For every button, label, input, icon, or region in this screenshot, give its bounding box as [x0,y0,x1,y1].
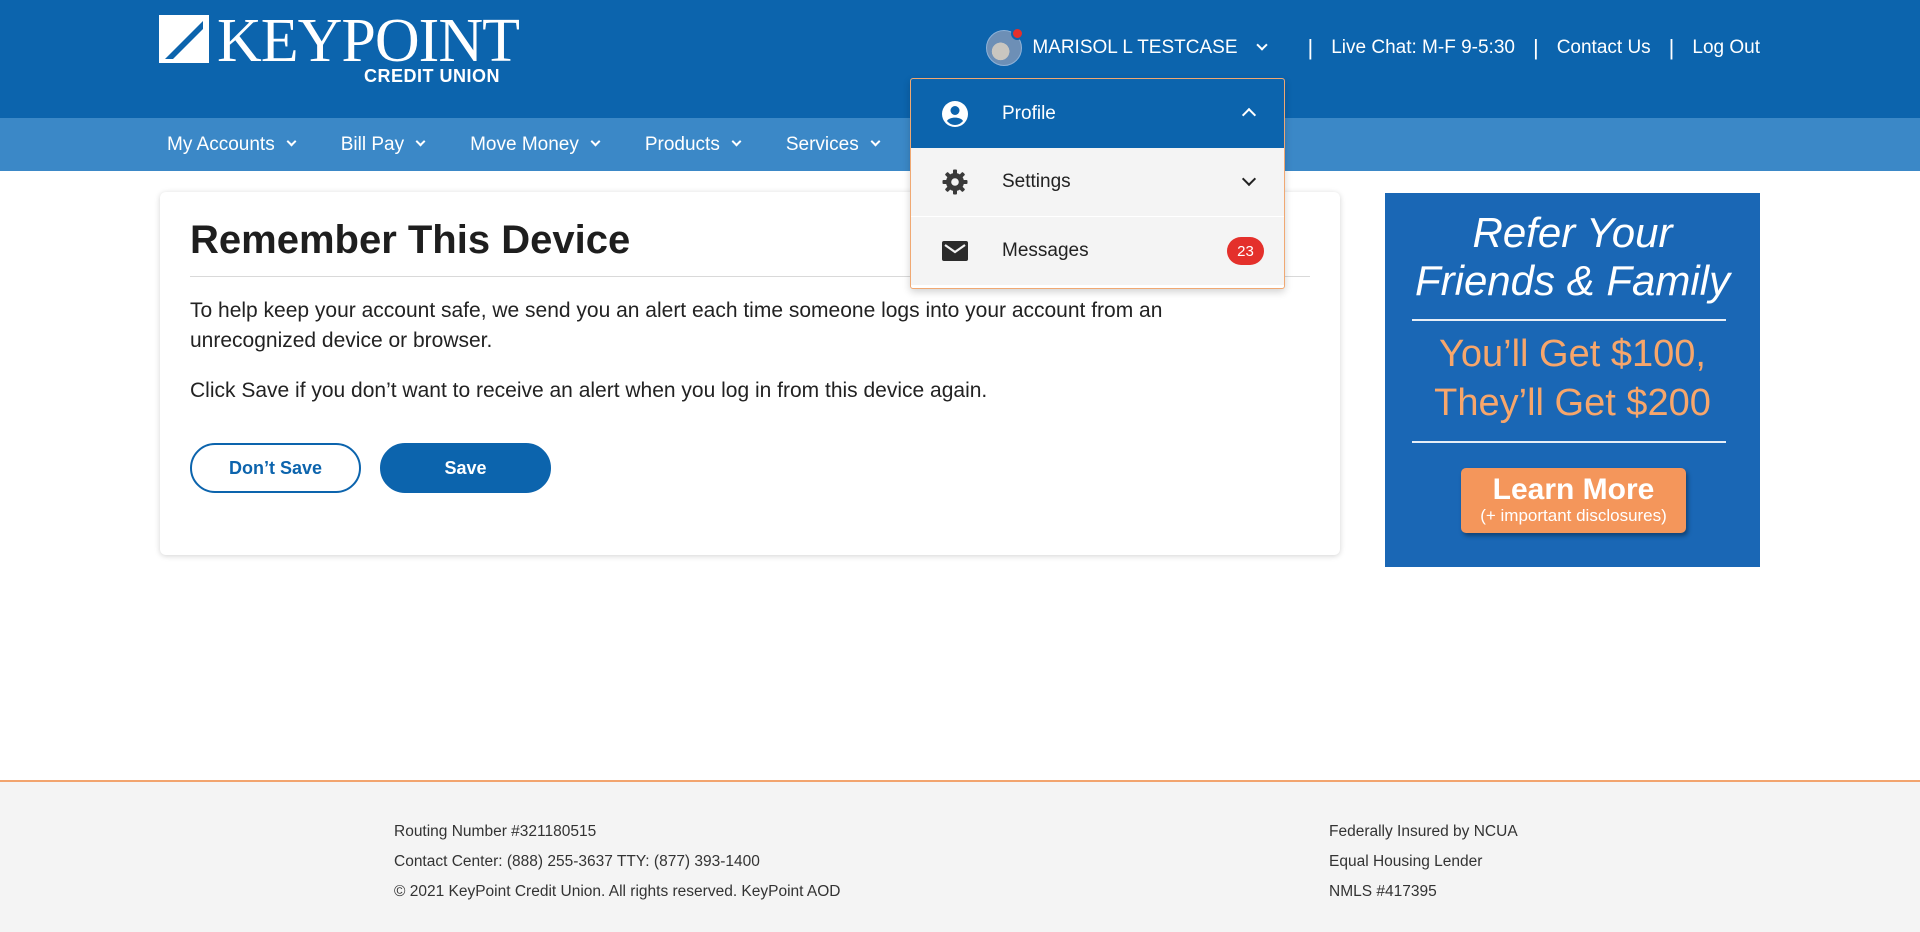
chevron-down-icon [731,136,742,147]
page-title: Remember This Device [190,218,631,262]
referral-ad-banner[interactable]: Refer Your Friends & Family You’ll Get $… [1385,193,1760,567]
nav-item-label: My Accounts [167,133,275,155]
user-circle-icon [941,100,969,128]
ad-divider [1412,319,1726,321]
user-name[interactable]: MARISOL L TESTCASE [1032,37,1237,59]
nav-item-bill-pay[interactable]: Bill Pay [340,133,426,156]
chevron-up-icon[interactable] [1241,107,1257,123]
dropdown-item-label: Profile [1002,102,1056,124]
chevron-down-icon[interactable] [1241,171,1257,187]
utility-bar: MARISOL L TESTCASE | Live Chat: M-F 9-5:… [986,27,1760,68]
dropdown-item-messages[interactable]: Messages 23 [911,217,1284,285]
live-chat-link[interactable]: Live Chat: M-F 9-5:30 [1331,37,1515,59]
contact-center: Contact Center: (888) 255-3637 TTY: (877… [394,853,760,870]
save-button[interactable]: Save [380,443,551,493]
notification-dot [1011,27,1025,40]
messages-count-badge: 23 [1227,237,1264,265]
ad-headline-line2: Friends & Family [1414,257,1731,304]
instruction-text: Click Save if you don’t want to receive … [190,379,988,402]
nav-item-products[interactable]: Products [644,133,742,156]
nav-item-label: Products [644,133,720,155]
separator: | [1307,35,1314,60]
nav-item-label: Services [785,133,859,155]
ad-divider [1412,441,1726,443]
disclosures-label: (+ important disclosures) [1480,506,1667,525]
keypoint-logo[interactable]: KEYPOINT CREDIT UNION [159,10,520,90]
ad-offer-line1: You’ll Get $100, [1439,333,1706,375]
routing-number: Routing Number #321180515 [394,823,597,840]
dropdown-item-settings[interactable]: Settings [911,148,1284,216]
separator: | [1532,35,1539,60]
separator: | [1668,35,1675,60]
nav-item-services[interactable]: Services [785,133,881,156]
dropdown-item-label: Settings [1002,171,1071,192]
logo-mark-icon [159,15,209,63]
learn-more-button[interactable]: Learn More (+ important disclosures) [1461,468,1686,533]
logo-wordmark: KEYPOINT [217,7,520,75]
nmls-number: NMLS #417395 [1329,883,1437,900]
equal-housing-notice: Equal Housing Lender [1329,853,1483,870]
chevron-down-icon [286,136,297,147]
envelope-icon [941,237,969,265]
user-dropdown-menu: Profile Settings Messages 23 [910,78,1285,289]
chevron-down-icon [870,136,881,147]
dropdown-item-profile[interactable]: Profile [911,79,1284,148]
dont-save-button[interactable]: Don’t Save [190,443,361,493]
footer: Routing Number #321180515 Contact Center… [0,780,1920,932]
avatar[interactable] [986,27,1025,66]
logo-subtitle: CREDIT UNION [364,66,500,86]
nav-item-label: Bill Pay [340,133,405,155]
description-text: To help keep your account safe, we send … [190,299,1163,352]
chevron-down-icon [590,136,601,147]
dropdown-item-label: Messages [1002,240,1089,261]
footer-left-column: Routing Number #321180515 Contact Center… [394,817,841,907]
gear-icon [941,168,969,196]
ad-offer-line2: They’ll Get $200 [1434,382,1711,424]
user-menu-toggle[interactable]: MARISOL L TESTCASE [986,27,1268,66]
chevron-down-icon [415,136,426,147]
nav-item-my-accounts[interactable]: My Accounts [167,133,297,156]
footer-right-column: Federally Insured by NCUA Equal Housing … [1329,817,1518,907]
copyright: © 2021 KeyPoint Credit Union. All rights… [394,883,841,900]
log-out-link[interactable]: Log Out [1692,37,1760,59]
nav-item-move-money[interactable]: Move Money [470,133,601,156]
learn-more-label: Learn More [1492,473,1655,506]
chevron-down-icon[interactable] [1255,39,1268,51]
ad-headline-line1: Refer Your [1472,209,1673,256]
nav-item-label: Move Money [470,133,579,155]
ncua-notice: Federally Insured by NCUA [1329,823,1518,840]
contact-us-link[interactable]: Contact Us [1557,37,1651,59]
